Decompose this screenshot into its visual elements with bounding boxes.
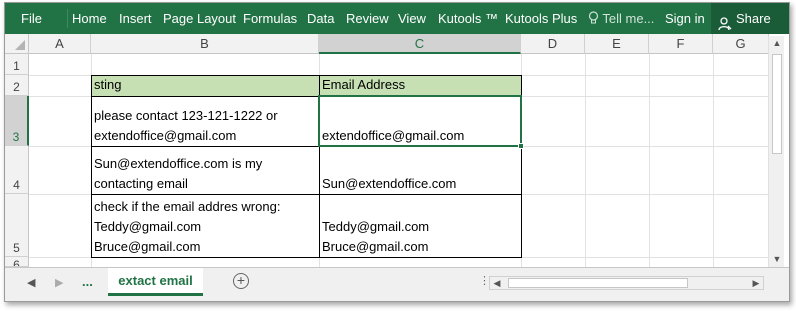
column-header-g[interactable]: G — [713, 34, 769, 54]
cell-b3-line-2: extendoffice@gmail.com — [94, 128, 237, 143]
row-header-2[interactable]: 2 — [5, 75, 29, 96]
tab-review[interactable]: Review — [346, 3, 389, 34]
tab-home[interactable]: Home — [72, 3, 107, 34]
cell-c5[interactable]: Teddy@gmail.com Bruce@gmail.com — [319, 217, 521, 257]
cell-b4-line-1: Sun@extendoffice.com is my — [94, 156, 263, 171]
tab-insert[interactable]: Insert — [119, 3, 152, 34]
tell-me-label: Tell me... — [602, 11, 655, 26]
sheet-next-icon[interactable]: ▶ — [55, 276, 63, 289]
cell-b4[interactable]: Sun@extendoffice.com is my contacting em… — [91, 154, 319, 194]
column-header-e[interactable]: E — [585, 34, 649, 54]
column-header-c[interactable]: C — [319, 34, 521, 54]
column-header-b[interactable]: B — [91, 34, 319, 54]
scroll-left-arrow-icon[interactable]: ◀ — [490, 278, 504, 289]
vertical-scrollbar[interactable]: ▲ ▼ — [768, 36, 784, 267]
vertical-scroll-thumb[interactable] — [772, 54, 782, 154]
column-header-f[interactable]: F — [649, 34, 713, 54]
select-all-corner[interactable] — [5, 34, 29, 54]
scroll-right-arrow-icon[interactable]: ▶ — [749, 278, 763, 289]
tell-me-search[interactable]: Tell me... — [588, 3, 654, 34]
cell-b3[interactable]: please contact 123-121-1222 or extendoff… — [91, 106, 319, 146]
lightbulb-icon — [588, 11, 602, 26]
sheet-tab-extact-email[interactable]: extact email — [108, 268, 203, 296]
ribbon-separator — [67, 9, 68, 28]
table-header-email-address[interactable]: Email Address — [319, 75, 521, 96]
cell-b5-line-1: check if the email addres wrong: — [94, 199, 281, 214]
tab-kutools-plus[interactable]: Kutools Plus — [505, 3, 577, 34]
cell-b5[interactable]: check if the email addres wrong: Teddy@g… — [91, 197, 319, 257]
column-header-d[interactable]: D — [521, 34, 585, 54]
row-header-1[interactable]: 1 — [5, 54, 29, 75]
fill-handle[interactable] — [518, 143, 524, 149]
cell-c4-line-1: Sun@extendoffice.com — [322, 176, 457, 191]
tab-page-layout[interactable]: Page Layout — [163, 3, 236, 34]
ribbon-tab-bar: File Home Insert Page Layout Formulas Da… — [5, 3, 789, 34]
share-label: Share — [736, 11, 771, 26]
tab-kutools[interactable]: Kutools ™ — [438, 3, 498, 34]
cell-b5-line-3: Bruce@gmail.com — [94, 239, 201, 254]
cell-c5-line-1: Teddy@gmail.com — [322, 219, 430, 234]
row-header-6[interactable]: 6 — [5, 257, 29, 267]
excel-window: File Home Insert Page Layout Formulas Da… — [4, 2, 790, 302]
table-header-sting[interactable]: sting — [91, 75, 319, 96]
row-header-4[interactable]: 4 — [5, 146, 29, 194]
share-button[interactable]: Share — [711, 3, 789, 34]
sheet-tab-bar: ◀ ▶ ... extact email + ⋮ ◀ ▶ — [5, 267, 789, 301]
tab-file[interactable]: File — [21, 3, 42, 34]
tab-view[interactable]: View — [398, 3, 426, 34]
sheet-prev-icon[interactable]: ◀ — [27, 276, 35, 289]
cell-c5-line-2: Bruce@gmail.com — [322, 239, 429, 254]
scroll-up-arrow-icon[interactable]: ▲ — [769, 38, 785, 48]
active-cell-selection[interactable] — [318, 95, 522, 147]
cell-c4[interactable]: Sun@extendoffice.com — [319, 174, 521, 194]
row-header-3[interactable]: 3 — [5, 96, 29, 146]
column-header-a[interactable]: A — [29, 34, 91, 54]
horizontal-scrollbar[interactable]: ◀ ▶ — [489, 276, 764, 290]
horizontal-scroll-thumb[interactable] — [508, 278, 688, 288]
add-sheet-button[interactable]: + — [233, 273, 249, 289]
cell-b4-line-2: contacting email — [94, 176, 188, 191]
tab-formulas[interactable]: Formulas — [243, 3, 297, 34]
cell-b5-line-2: Teddy@gmail.com — [94, 219, 202, 234]
scroll-down-arrow-icon[interactable]: ▼ — [769, 254, 785, 264]
cell-b3-line-1: please contact 123-121-1222 or — [94, 108, 278, 123]
tab-data[interactable]: Data — [307, 3, 334, 34]
worksheet-grid[interactable]: A B C D E F G 1 2 3 4 5 6 sting Email Ad… — [5, 34, 775, 267]
sheet-tabs-ellipsis[interactable]: ... — [82, 274, 93, 289]
row-header-5[interactable]: 5 — [5, 194, 29, 257]
sign-in-link[interactable]: Sign in — [665, 3, 705, 34]
